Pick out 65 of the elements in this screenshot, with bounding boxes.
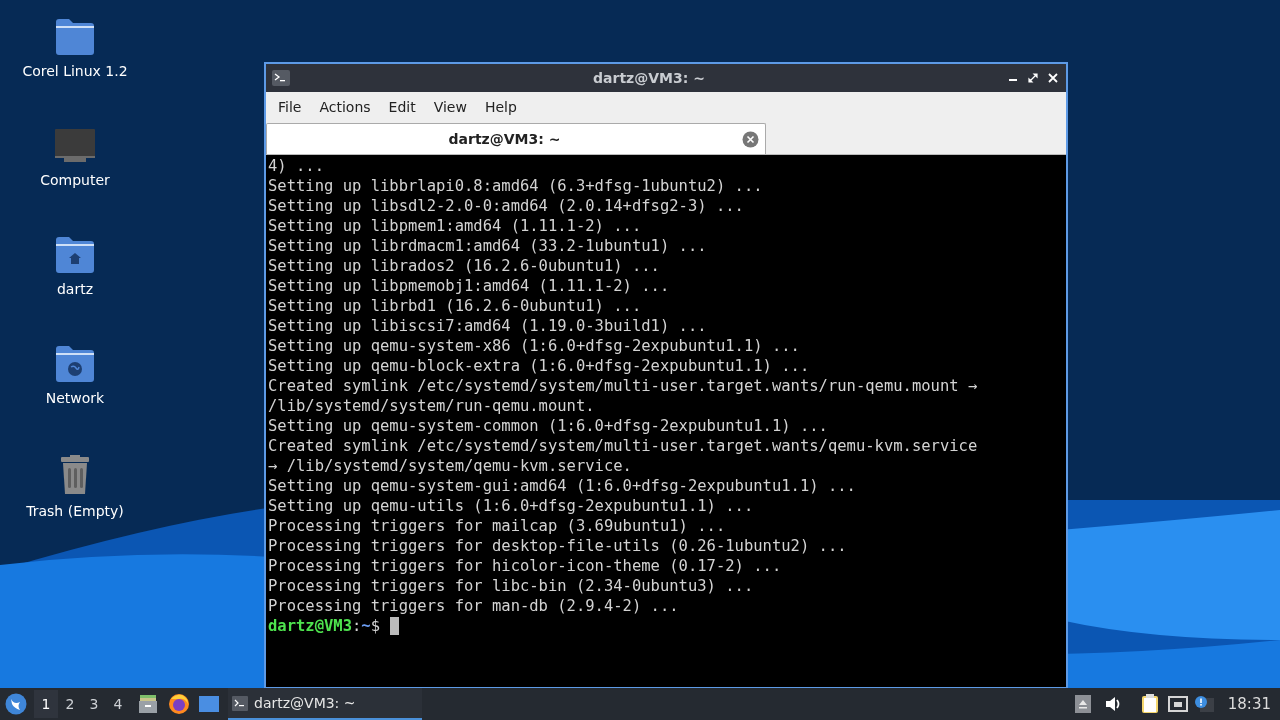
terminal-line: Created symlink /etc/systemd/system/multi-user.target.wants/run-qemu.mount → (268, 376, 978, 396)
terminal-line: Setting up qemu-system-common (1:6.0+dfsg-2expubuntu1.1) ... (268, 416, 828, 436)
desktop-icon-label[interactable]: Network (45, 389, 105, 407)
taskbar-task[interactable]: dartz@VM3: ~ (228, 688, 422, 720)
workspace-button[interactable]: 4 (106, 690, 130, 718)
folder-icon (54, 18, 96, 56)
menu-item[interactable]: Help (475, 96, 526, 118)
terminal-line: Processing triggers for hicolor-icon-theme (0.17-2) ... (268, 556, 782, 576)
terminal-line: Processing triggers for mailcap (3.69ubuntu1) ... (268, 516, 726, 536)
terminal-line: Processing triggers for desktop-file-utils (0.26-1ubuntu2) ... (268, 536, 847, 556)
menu-item[interactable]: View (424, 96, 476, 118)
desktop-icon-label[interactable]: Computer (40, 171, 110, 189)
terminal-line: Setting up qemu-system-gui:amd64 (1:6.0+dfsg-2expubuntu1.1) ... (268, 476, 856, 496)
prompt-symbol: $ (370, 616, 381, 636)
terminal-line: Setting up librados2 (16.2.6-0ubuntu1) ... (268, 256, 660, 276)
terminal-line: Processing triggers for libc-bin (2.34-0ubuntu3) ... (268, 576, 754, 596)
workspace-button[interactable]: 2 (58, 690, 82, 718)
terminal-line: Setting up librdmacm1:amd64 (33.2-1ubuntu1) ... (268, 236, 707, 256)
terminal-line: Setting up qemu-utils (1:6.0+dfsg-2expubuntu1.1) ... (268, 496, 754, 516)
tab[interactable]: dartz@VM3: ~ (266, 123, 766, 154)
terminal-line: Setting up librbd1 (16.2.6-0ubuntu1) ... (268, 296, 642, 316)
clock[interactable]: 18:31 (1227, 692, 1271, 716)
terminal-line: → /lib/systemd/system/qemu-kvm.service. (268, 456, 632, 476)
notification-icon[interactable] (1193, 695, 1214, 713)
window-title: dartz@VM3: ~ (592, 68, 706, 88)
terminal-line: Processing triggers for man-db (2.9.4-2) ... (268, 596, 679, 616)
terminal-line: Setting up qemu-system-x86 (1:6.0+dfsg-2expubuntu1.1) ... (268, 336, 800, 356)
terminal-line: Setting up libpmemobj1:amd64 (1.11.1-2) ... (268, 276, 670, 296)
menu-item[interactable]: Edit (379, 96, 425, 118)
close-tab-icon[interactable] (742, 130, 759, 148)
terminal-area[interactable] (266, 155, 1066, 687)
network-icon[interactable] (1167, 696, 1188, 712)
prompt-path: ~ (361, 616, 371, 636)
tab-label: dartz@VM3: ~ (447, 129, 562, 149)
terminal-line: /lib/systemd/system/run-qemu.mount. (268, 396, 595, 416)
terminal-line: Setting up libiscsi7:amd64 (1.19.0-3build1) ... (268, 316, 707, 336)
terminal-line: Created symlink /etc/systemd/system/multi-user.target.wants/qemu-kvm.service (268, 436, 978, 456)
monitor-icon (54, 127, 96, 165)
start-menu-icon[interactable] (5, 693, 27, 715)
terminal-line: Setting up libbrlapi0.8:amd64 (6.3+dfsg-1ubuntu2) ... (268, 176, 763, 196)
show-desktop-icon[interactable] (198, 695, 220, 713)
home-folder-icon (54, 236, 96, 274)
clipboard-icon[interactable] (1140, 694, 1159, 714)
prompt-separator: : (352, 616, 362, 636)
terminal-icon (232, 695, 248, 711)
terminal-line: 4) ... (268, 156, 324, 176)
close-icon[interactable] (1048, 73, 1058, 83)
workspace-button[interactable]: 3 (82, 690, 106, 718)
firefox-icon[interactable] (168, 693, 190, 715)
terminal-icon (272, 70, 290, 86)
terminal-line: Setting up libsdl2-2.0-0:amd64 (2.0.14+dfsg2-3) ... (268, 196, 744, 216)
terminal-line: Setting up libpmem1:amd64 (1.11.1-2) ... (268, 216, 642, 236)
menu-item[interactable]: Actions (310, 96, 380, 118)
menu-item[interactable]: File (269, 96, 311, 118)
terminal-line: Setting up qemu-block-extra (1:6.0+dfsg-2expubuntu1.1) ... (268, 356, 810, 376)
desktop-icon-label[interactable]: Trash (Empty) (26, 502, 124, 520)
maximize-icon[interactable] (1028, 73, 1038, 83)
file-cabinet-icon[interactable] (138, 694, 158, 714)
workspace-button[interactable]: 1 (34, 690, 58, 718)
text-cursor (390, 617, 400, 635)
network-folder-icon (54, 345, 96, 383)
eject-icon[interactable] (1074, 695, 1091, 713)
prompt-user: dartz@VM3 (268, 616, 352, 636)
desktop-icon-label[interactable]: Corel Linux 1.2 (22, 62, 128, 80)
desktop-icon-label[interactable]: dartz (56, 280, 94, 298)
